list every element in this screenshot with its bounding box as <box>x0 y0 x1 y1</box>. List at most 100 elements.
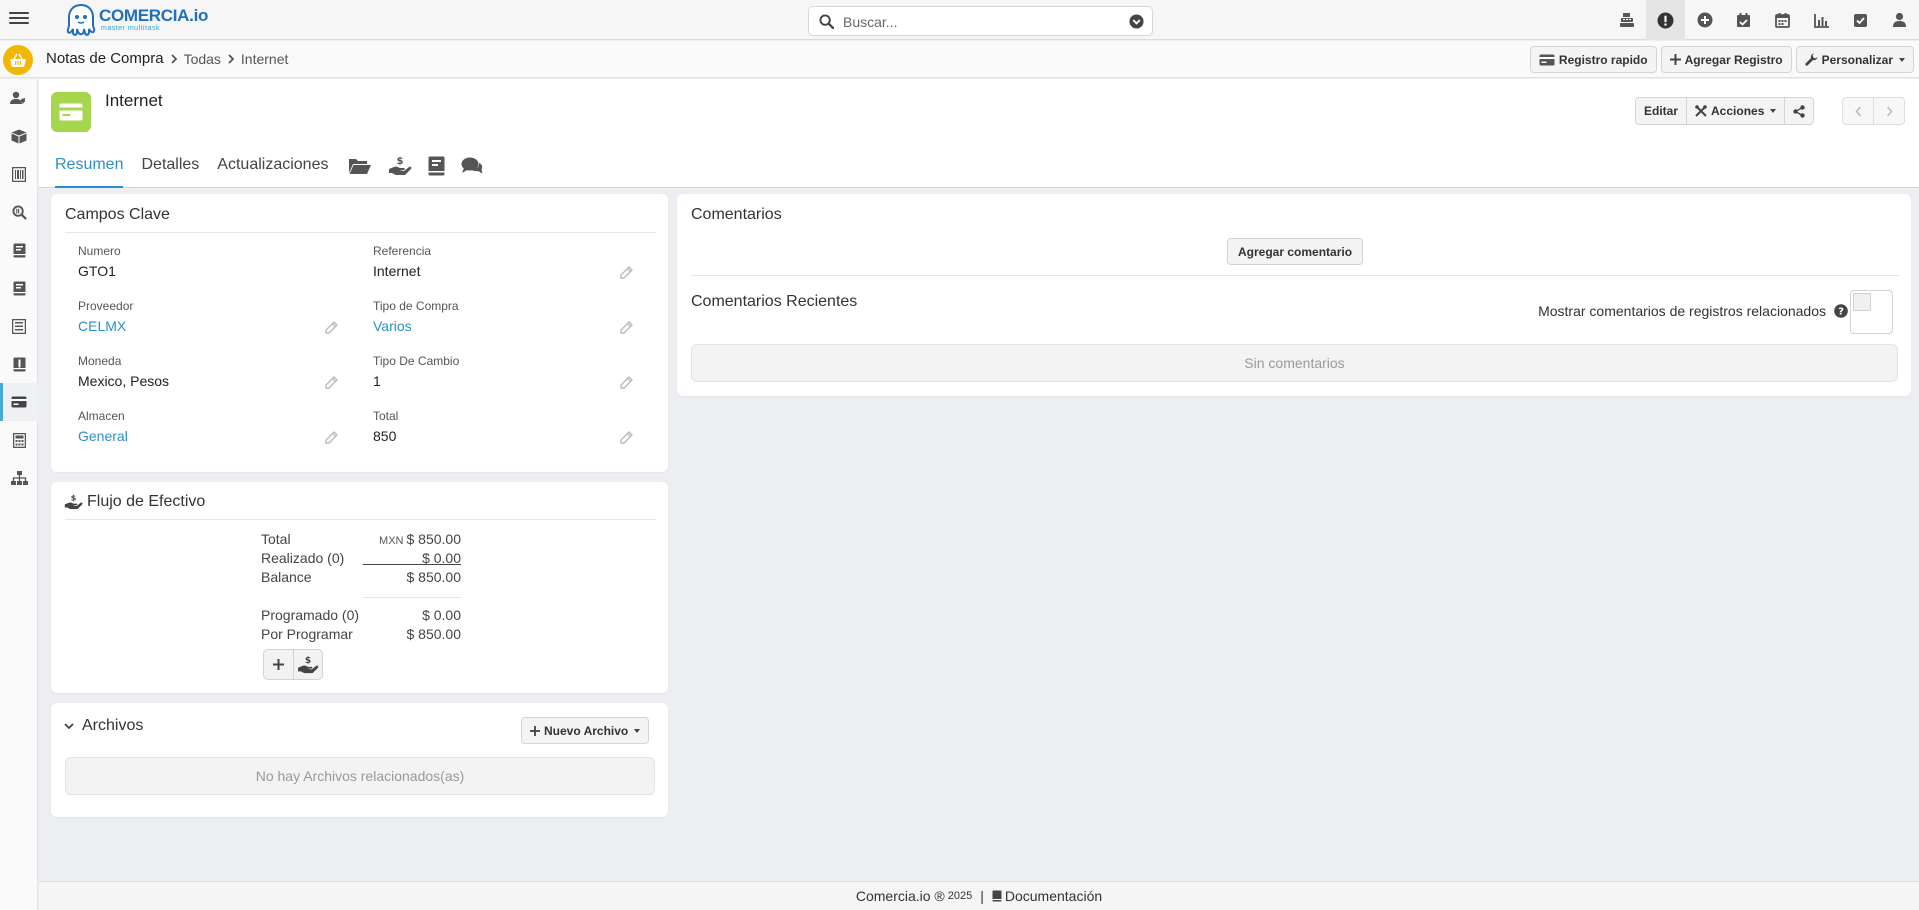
files-empty-state: No hay Archivos relacionados(as) <box>65 757 655 795</box>
previous-record-button[interactable] <box>1842 97 1874 125</box>
cash-register-icon[interactable] <box>1607 0 1646 40</box>
register-payment-button[interactable]: $ <box>293 650 322 679</box>
home-basket-button[interactable] <box>3 45 33 75</box>
question-circle-icon[interactable]: ? <box>1834 304 1848 318</box>
row-label: Total <box>261 531 291 547</box>
calendar-icon[interactable] <box>1763 0 1802 40</box>
sidebar-item-search[interactable] <box>0 193 38 231</box>
barcode-icon <box>12 166 26 182</box>
key-fields-title: Campos Clave <box>65 206 170 223</box>
plus-icon <box>530 725 540 736</box>
warehouse-link[interactable]: General <box>78 428 338 444</box>
share-button[interactable] <box>1784 97 1815 125</box>
check-square-icon[interactable] <box>1841 0 1880 40</box>
sidebar-item-inventory[interactable] <box>0 117 38 155</box>
field-moneda: Moneda Mexico, Pesos <box>78 354 338 398</box>
actions-dropdown[interactable]: Acciones <box>1686 97 1786 125</box>
add-record-button[interactable]: Agregar Registro <box>1660 46 1792 73</box>
hand-holding-dollar-icon: $ <box>298 656 319 673</box>
user-icon[interactable] <box>1880 0 1919 40</box>
pencil-icon[interactable] <box>325 321 338 337</box>
field-label: Tipo de Compra <box>373 299 459 313</box>
add-comment-button[interactable]: Agregar comentario <box>1227 238 1364 265</box>
pencil-icon[interactable] <box>620 431 633 447</box>
sidebar-item-contacts[interactable] <box>0 79 38 117</box>
field-numero: Numero GTO1 <box>78 244 338 288</box>
recent-comments-title: Comentarios Recientes <box>691 293 858 310</box>
field-tipo-cambio: Tipo De Cambio 1 <box>373 354 633 398</box>
tab-details[interactable]: Detalles <box>141 143 199 188</box>
sidebar-item-organization[interactable] <box>0 459 38 497</box>
tab-files[interactable] <box>348 143 372 188</box>
breadcrumb-bar: Notas de Compra Todas Internet Registro … <box>0 41 1919 78</box>
row-label: Por Programar <box>261 626 353 642</box>
tab-cash-flow[interactable]: $ <box>388 143 412 188</box>
svg-text:$: $ <box>397 156 404 167</box>
new-file-label: Nuevo Archivo <box>544 723 629 738</box>
chevron-down-icon <box>634 728 641 733</box>
chart-icon[interactable] <box>1802 0 1841 40</box>
tab-updates[interactable]: Actualizaciones <box>217 143 328 188</box>
menu-toggle-icon[interactable] <box>9 9 29 29</box>
pencil-icon[interactable] <box>620 376 633 392</box>
divider <box>363 564 461 565</box>
comments-title: Comentarios <box>691 206 782 223</box>
next-record-button[interactable] <box>1873 97 1905 125</box>
pencil-icon[interactable] <box>325 376 338 392</box>
tab-comments[interactable] <box>461 143 483 188</box>
new-file-button[interactable]: Nuevo Archivo <box>521 717 650 744</box>
sidebar-item-notes[interactable] <box>0 307 38 345</box>
row-label: Balance <box>261 569 312 585</box>
breadcrumb-list[interactable]: Todas <box>184 51 221 67</box>
add-payment-button[interactable] <box>264 650 293 679</box>
plus-circle-icon[interactable] <box>1685 0 1724 40</box>
related-comments-toggle[interactable] <box>1850 290 1893 334</box>
record-pager <box>1842 97 1905 125</box>
users-icon <box>10 91 28 105</box>
calendar-check-icon[interactable] <box>1724 0 1763 40</box>
field-label: Numero <box>78 244 121 258</box>
customize-label: Personalizar <box>1821 52 1893 67</box>
search-options-icon[interactable] <box>1129 14 1144 29</box>
brand-logo[interactable]: COMERCIA.io master multitask <box>66 2 208 38</box>
sidebar-item-purchase-notes[interactable] <box>0 383 38 421</box>
documentation-link[interactable]: Documentación <box>1005 888 1102 904</box>
search-input[interactable] <box>843 12 1103 32</box>
plus-icon <box>273 659 284 670</box>
folder-open-icon <box>349 158 372 174</box>
book-icon <box>428 156 445 175</box>
files-title: Archivos <box>82 717 144 734</box>
tab-summary[interactable]: Resumen <box>55 143 124 188</box>
tab-accounting[interactable] <box>428 143 445 188</box>
sidebar-item-quotes[interactable] <box>0 269 38 307</box>
row-label: Realizado (0) <box>261 550 345 566</box>
exclamation-circle-icon[interactable] <box>1646 0 1685 40</box>
key-fields-card: Campos Clave Numero GTO1 Referencia Inte… <box>51 194 668 472</box>
sidebar-item-products[interactable] <box>0 155 38 193</box>
field-value: 850 <box>373 428 397 444</box>
edit-button[interactable]: Editar <box>1635 97 1688 125</box>
breadcrumb-module[interactable]: Notas de Compra <box>46 50 164 67</box>
add-record-label: Agregar Registro <box>1684 52 1783 67</box>
pencil-icon[interactable] <box>620 321 633 337</box>
sidebar-item-sales[interactable] <box>0 231 38 269</box>
sidebar-item-accounting[interactable] <box>0 421 38 459</box>
book-icon <box>13 243 26 258</box>
brand-tagline: master multitask <box>101 25 160 32</box>
pencil-icon[interactable] <box>325 431 338 447</box>
supplier-link[interactable]: CELMX <box>78 318 338 334</box>
left-sidebar <box>0 79 38 910</box>
purchase-type-link[interactable]: Varios <box>373 318 633 334</box>
pencil-icon[interactable] <box>620 266 633 282</box>
sidebar-item-orders[interactable] <box>0 345 38 383</box>
hand-holding-dollar-icon: $ <box>64 493 83 511</box>
field-total: Total 850 <box>373 409 633 453</box>
box-icon <box>11 129 27 144</box>
sitemap-icon <box>10 471 28 485</box>
comments-empty-state: Sin comentarios <box>691 344 1898 382</box>
share-icon <box>1793 104 1806 118</box>
quick-record-button[interactable]: Registro rapido <box>1529 46 1657 73</box>
customize-button[interactable]: Personalizar <box>1795 46 1914 73</box>
field-label: Almacen <box>78 409 125 423</box>
chevron-down-icon[interactable] <box>64 722 74 730</box>
